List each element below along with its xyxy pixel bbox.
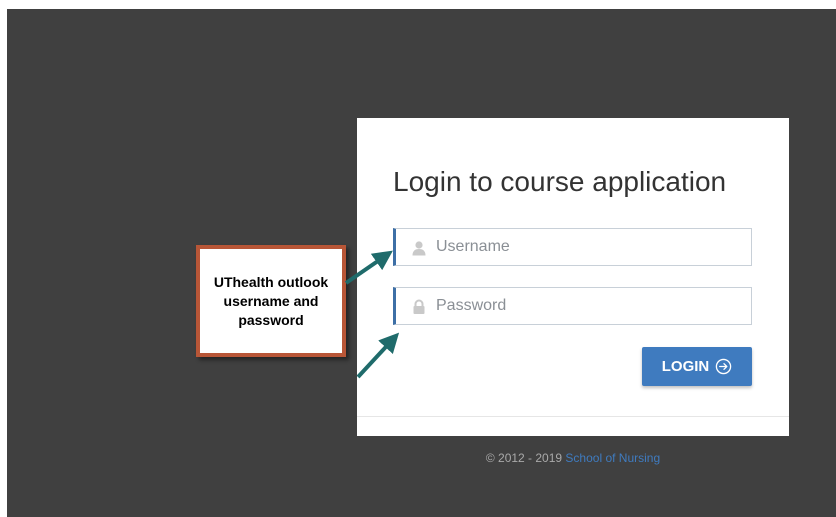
footer-copyright: © 2012 - 2019 [485,451,563,465]
arrow-circle-right-icon [716,358,732,375]
annotation-callout: UThealth outlook username and password [196,245,346,357]
login-card: Login to course application LOGIN [357,118,789,436]
username-field[interactable] [393,228,752,266]
card-divider [357,416,789,417]
password-field[interactable] [393,287,752,325]
login-button[interactable]: LOGIN [642,347,752,386]
login-button-label: LOGIN [661,358,710,375]
footer-school-link[interactable]: School of Nursing [565,451,660,465]
lock-icon [413,299,425,314]
username-input[interactable] [436,229,736,265]
annotation-callout-text: UThealth outlook username and password [213,273,329,328]
user-icon [412,241,426,256]
footer: © 2012 - 2019 School of Nursing [357,451,789,465]
password-input[interactable] [436,288,736,324]
page-title: Login to course application [393,166,727,197]
